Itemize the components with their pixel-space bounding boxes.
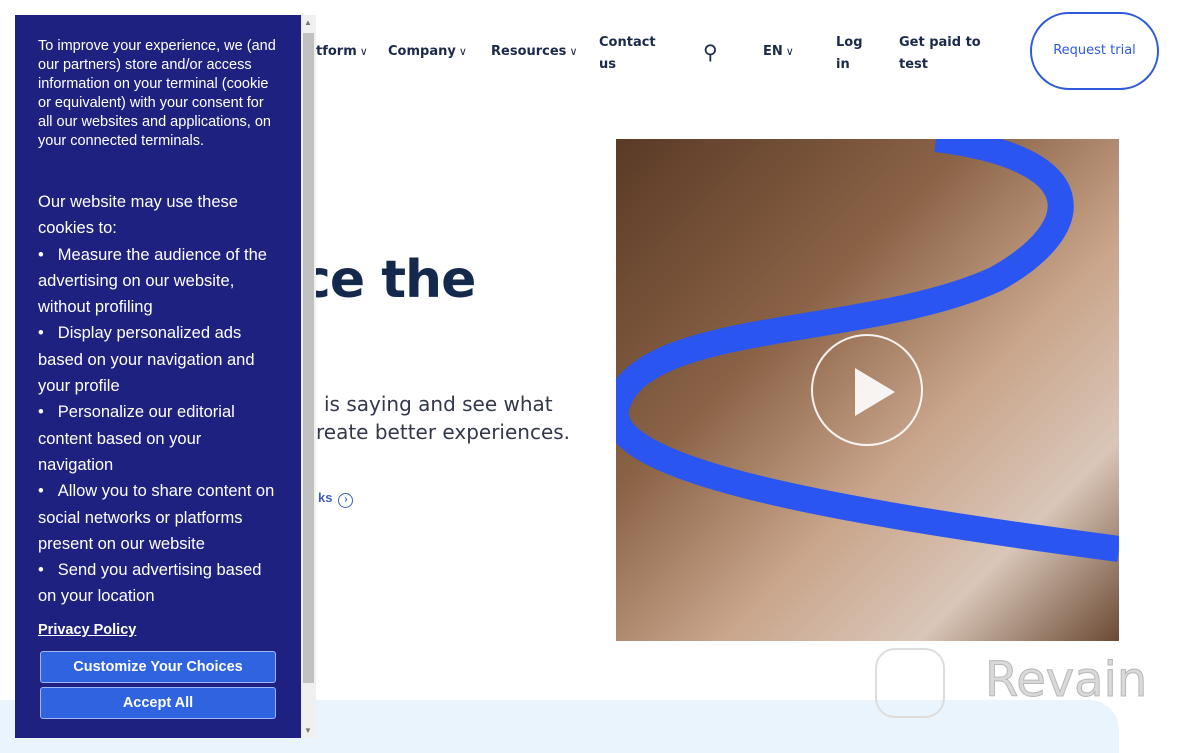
hero-video-image[interactable] [616, 139, 1119, 641]
nav-platform[interactable]: tform ∨ [316, 44, 368, 59]
play-icon[interactable] [811, 334, 923, 446]
revain-logo [875, 648, 945, 718]
scroll-up-icon[interactable]: ▲ [304, 18, 312, 27]
cookie-purpose: Personalize our editorial content based … [38, 399, 279, 478]
chevron-down-icon: ∨ [785, 45, 794, 58]
cookie-intro: To improve your experience, we (and our … [38, 38, 276, 149]
nav-label: tform [316, 44, 357, 59]
nav-language[interactable]: EN ∨ [763, 44, 794, 59]
cookie-purpose: Send you advertising based on your locat… [38, 557, 279, 610]
cta-label: ks [318, 490, 333, 505]
chevron-down-icon: ∨ [569, 45, 578, 58]
nav-label: Resources [491, 44, 567, 59]
subtitle-line: is saying and see what [324, 392, 553, 416]
cookie-consent-dialog: To improve your experience, we (and our … [15, 15, 301, 738]
hero-subtitle: is saying and see what reate better exper… [300, 390, 570, 446]
nav-login[interactable]: Log in [836, 32, 866, 76]
nav-resources[interactable]: Resources ∨ [491, 44, 578, 59]
scrollbar-thumb[interactable] [303, 33, 314, 683]
nav-get-paid[interactable]: Get paid to test [899, 32, 989, 76]
cookie-purpose: Allow you to share content on social net… [38, 478, 279, 557]
dialog-scrollbar[interactable]: ▲ ▼ [301, 15, 316, 738]
search-icon[interactable]: ⚲ [703, 40, 718, 64]
cookie-purpose: Display personalized ads based on your n… [38, 320, 279, 399]
accept-all-button[interactable]: Accept All [40, 686, 276, 719]
chevron-down-icon: ∨ [359, 45, 368, 58]
watermark-text: Revain [984, 652, 1148, 709]
privacy-policy-link[interactable]: Privacy Policy [38, 622, 279, 638]
nav-label: EN [763, 44, 783, 59]
nav-contact[interactable]: Contact us [599, 32, 659, 76]
hero-title: ce the [300, 250, 476, 310]
customize-choices-button[interactable]: Customize Your Choices [40, 650, 276, 683]
hero-cta-link[interactable]: ks › [318, 490, 354, 508]
scroll-down-icon[interactable]: ▼ [304, 726, 312, 735]
cookie-purpose: Measure the audience of the advertising … [38, 242, 279, 321]
chevron-down-icon: ∨ [458, 45, 467, 58]
request-trial-button[interactable]: Request trial [1030, 12, 1159, 90]
revain-watermark: Revain [875, 648, 1148, 718]
subtitle-line: reate better experiences. [316, 420, 571, 444]
cookie-heading: Our website may use these cookies to: [38, 193, 238, 238]
nav-label: Company [388, 44, 456, 59]
chevron-right-circle-icon: › [338, 493, 354, 508]
nav-company[interactable]: Company ∨ [388, 44, 467, 59]
